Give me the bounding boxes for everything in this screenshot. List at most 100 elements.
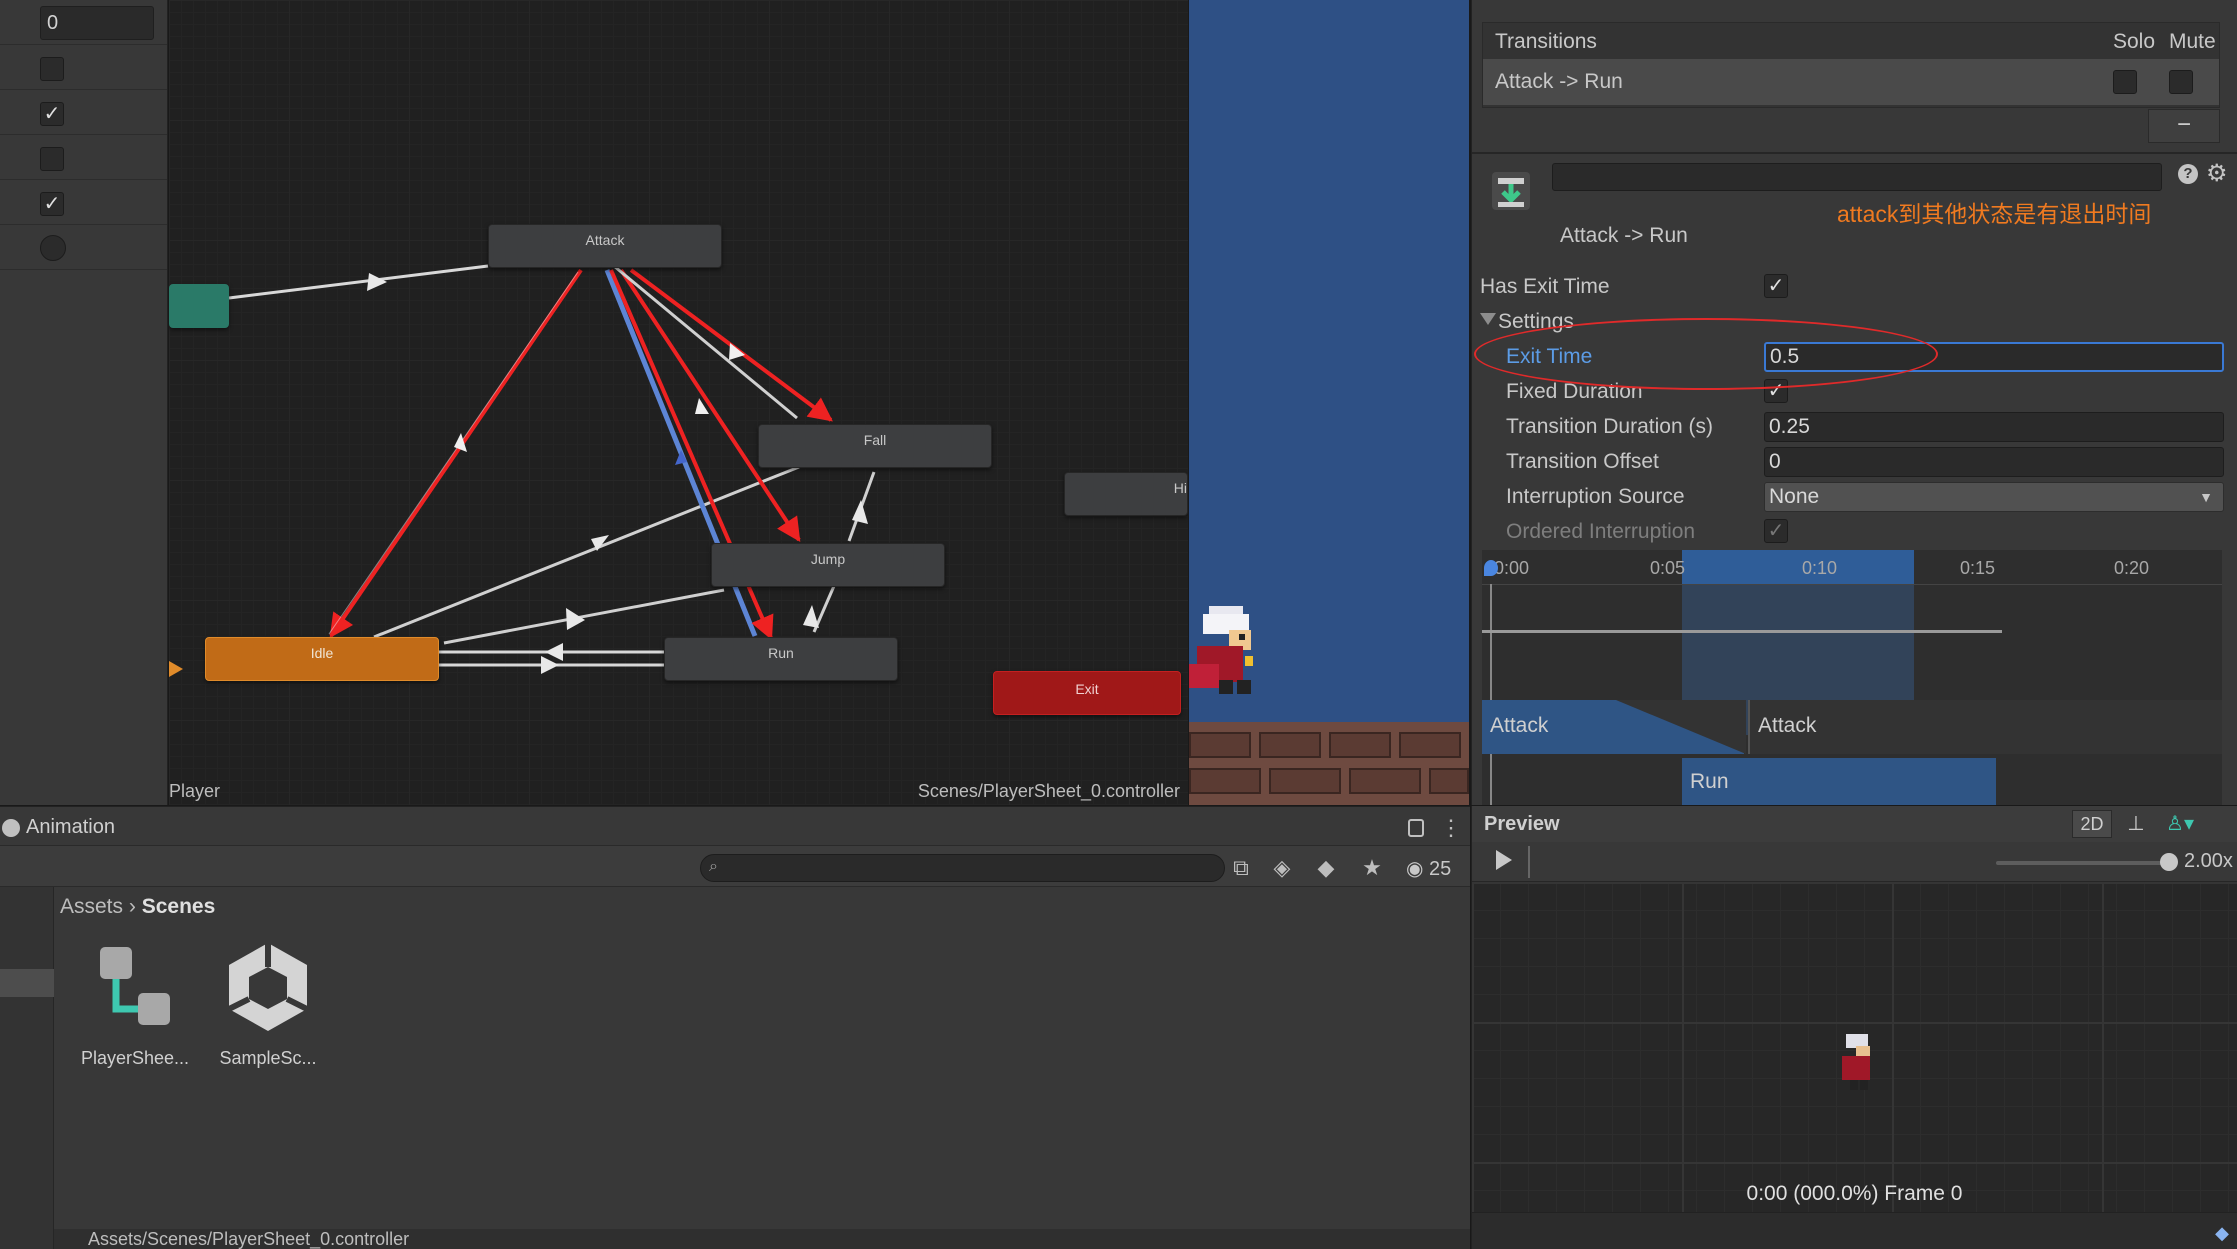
favorite-star-icon[interactable]: ★ — [1358, 854, 1386, 882]
slider-knob[interactable] — [2160, 853, 2178, 871]
transition-subtitle: Attack -> Run — [1560, 224, 1688, 247]
mute-column-label: Mute — [2169, 30, 2216, 53]
parameter-trigger-radio[interactable] — [40, 235, 66, 261]
foldout-arrow-icon[interactable] — [1480, 313, 1496, 325]
tab-animation[interactable]: Animation — [26, 816, 115, 839]
state-exit[interactable]: Exit — [993, 671, 1181, 715]
edge-entry-attack[interactable] — [228, 264, 489, 300]
state-jump[interactable]: Jump — [711, 543, 945, 587]
solo-checkbox[interactable] — [2113, 70, 2137, 94]
parameter-row-trigger — [0, 225, 167, 270]
asset-name: SampleSc... — [219, 1048, 317, 1068]
state-partial[interactable]: Hi — [1064, 472, 1188, 516]
play-icon[interactable] — [1496, 850, 1512, 870]
search-by-type-icon[interactable]: ⧉ — [1227, 854, 1255, 882]
unity-scene-icon — [227, 943, 309, 1031]
playhead-line — [1490, 584, 1492, 805]
playback-speed-value: 2.00x — [2184, 850, 2233, 872]
parameter-value-field[interactable]: 0 — [40, 6, 154, 40]
gear-icon[interactable]: ⚙ — [2206, 162, 2228, 186]
parameter-checkbox[interactable]: ✓ — [40, 192, 64, 216]
help-icon[interactable]: ? — [2178, 164, 2198, 184]
annotation-ellipse — [1474, 318, 1938, 390]
edge-arrow — [852, 500, 868, 524]
status-bar: Assets/Scenes/PlayerSheet_0.controller — [54, 1229, 1470, 1249]
preview-header: Preview 2D ⊥ ♙▾ — [1472, 806, 2237, 842]
state-run[interactable]: Run — [664, 637, 898, 681]
transition-name-field[interactable] — [1552, 163, 2162, 191]
asset-item-scene[interactable]: SampleSc... — [208, 937, 328, 1069]
edge-attack-idle[interactable] — [329, 268, 583, 638]
more-options-icon[interactable]: ⋮ — [1440, 815, 1462, 841]
transition-offset-label: Transition Offset — [1506, 450, 1659, 473]
transition-offset-row: Transition Offset 0 — [1472, 445, 2237, 479]
search-input[interactable]: ⌕ — [700, 854, 1225, 882]
transition-timeline[interactable]: 0:00 0:05 0:10 0:15 0:20 Attack Attack R… — [1482, 550, 2222, 805]
transitions-header: Transitions Solo Mute — [1483, 23, 2219, 59]
parameter-checkbox[interactable] — [40, 147, 64, 171]
search-icon: ⌕ — [709, 858, 718, 875]
interruption-source-label: Interruption Source — [1506, 485, 1685, 508]
animator-graph[interactable]: Attack Fall Jump Idle Run Exit Hi Player… — [169, 0, 1188, 805]
parameter-row-bool: ✓ — [0, 180, 167, 225]
breadcrumb: Assets › Scenes — [60, 895, 215, 919]
folder-tree-selection[interactable] — [0, 969, 54, 997]
transition-duration-label: Transition Duration (s) — [1506, 415, 1713, 438]
transition-duration-input[interactable]: 0.25 — [1764, 412, 2224, 442]
ruler-tick: 0:15 — [1960, 558, 1996, 578]
breadcrumb-scenes[interactable]: Scenes — [142, 895, 216, 918]
state-entry[interactable] — [169, 284, 229, 328]
timeline-bar-attack-loop[interactable]: Attack — [1748, 700, 2222, 754]
preview-controls: 2.00x — [1472, 842, 2237, 882]
weight-curve — [1482, 630, 2002, 633]
chevron-right-icon: › — [128, 895, 142, 918]
player-sprite — [1189, 606, 1253, 694]
graph-footer: Player Scenes/PlayerSheet_0.controller — [169, 775, 1188, 805]
state-attack[interactable]: Attack — [488, 224, 722, 268]
preview-panel: Preview 2D ⊥ ♙▾ 2.00x 0:00 (000.0%) Fram… — [1471, 806, 2237, 1249]
timeline-bar-run[interactable]: Run — [1682, 758, 1996, 805]
preview-viewport[interactable] — [1472, 882, 2237, 1212]
folder-tree[interactable] — [0, 887, 54, 1249]
solo-column-label: Solo — [2113, 30, 2156, 53]
playhead-marker-icon[interactable] — [1484, 560, 1498, 576]
breadcrumb-assets[interactable]: Assets — [60, 895, 123, 918]
label-tag-icon[interactable]: ◆ — [1312, 854, 1340, 882]
remove-transition-button[interactable]: − — [2148, 109, 2220, 143]
parameter-row-bool: ✓ — [0, 90, 167, 135]
divider — [1472, 152, 2237, 154]
layer-name: Player — [169, 781, 221, 801]
preview-footer: ◆ — [1472, 1212, 2237, 1249]
project-tabbar: Animation ⋮ — [0, 807, 1470, 845]
filter-type-icon[interactable]: ◈ — [1268, 854, 1296, 882]
transition-icon — [1492, 172, 1530, 210]
avatar-icon[interactable]: ♙▾ — [2162, 810, 2198, 838]
edge-arrow — [803, 605, 819, 628]
parameter-checkbox[interactable] — [40, 57, 64, 81]
asset-item-controller[interactable]: PlayerShee... — [75, 937, 195, 1069]
animator-controller-icon — [100, 947, 170, 1025]
parameter-row-bool — [0, 135, 167, 180]
interruption-source-value: None — [1769, 485, 1820, 508]
edge-idle-jump[interactable] — [443, 588, 725, 645]
mute-checkbox[interactable] — [2169, 70, 2193, 94]
has-exit-time-checkbox[interactable]: ✓ — [1764, 274, 1788, 298]
state-fall[interactable]: Fall — [758, 424, 992, 468]
parameter-checkbox[interactable]: ✓ — [40, 102, 64, 126]
hidden-packages-count[interactable]: ◉ 25 — [1406, 856, 1451, 881]
interruption-source-dropdown[interactable]: None ▼ — [1764, 482, 2224, 512]
transition-list-item[interactable]: Attack -> Run — [1483, 59, 2219, 105]
preview-title: Preview — [1484, 813, 1560, 835]
pivot-icon[interactable]: ⊥ — [2118, 810, 2154, 838]
lock-icon[interactable] — [1408, 819, 1424, 837]
toggle-2d-button[interactable]: 2D — [2072, 810, 2112, 838]
project-panel: Animation ⋮ ⌕ ⧉ ◈ ◆ ★ ◉ 25 Assets › Scen… — [0, 806, 1470, 1249]
has-exit-time-row: Has Exit Time ✓ — [1472, 270, 2237, 304]
playback-speed-slider[interactable] — [1996, 861, 2166, 865]
transition-range-header[interactable] — [1682, 550, 1914, 584]
edge-arrow — [541, 656, 559, 674]
transition-offset-input[interactable]: 0 — [1764, 447, 2224, 477]
scene-view[interactable] — [1189, 0, 1469, 805]
state-idle[interactable]: Idle — [205, 637, 439, 681]
asset-label-icon[interactable]: ◆ — [2215, 1223, 2229, 1244]
